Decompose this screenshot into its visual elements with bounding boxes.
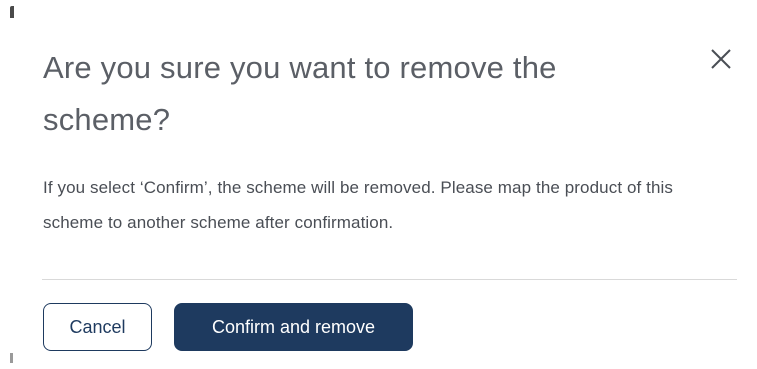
close-button[interactable] — [708, 46, 734, 72]
dialog-message: If you select ‘Confirm’, the scheme will… — [43, 178, 674, 232]
close-icon — [708, 46, 734, 72]
cancel-button[interactable]: Cancel — [43, 303, 152, 351]
window-edge-mark — [10, 353, 13, 363]
dialog-title: Are you sure you want to remove the sche… — [43, 50, 557, 137]
screen: Are you sure you want to remove the sche… — [0, 0, 757, 369]
footer-divider — [42, 279, 737, 280]
confirm-remove-dialog: Are you sure you want to remove the sche… — [14, 6, 757, 363]
confirm-and-remove-button[interactable]: Confirm and remove — [174, 303, 413, 351]
